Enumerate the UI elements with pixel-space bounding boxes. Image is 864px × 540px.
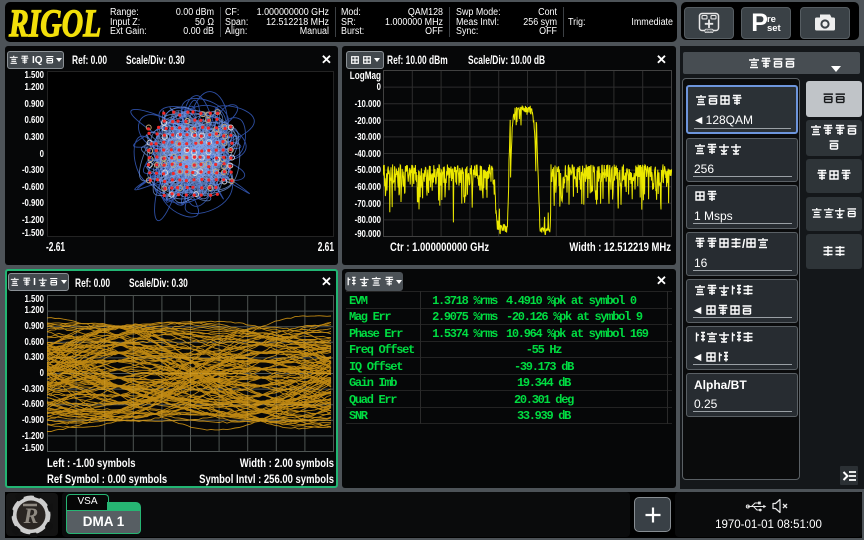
- svg-text:view: view: [706, 29, 713, 33]
- svg-text:R: R: [23, 503, 39, 528]
